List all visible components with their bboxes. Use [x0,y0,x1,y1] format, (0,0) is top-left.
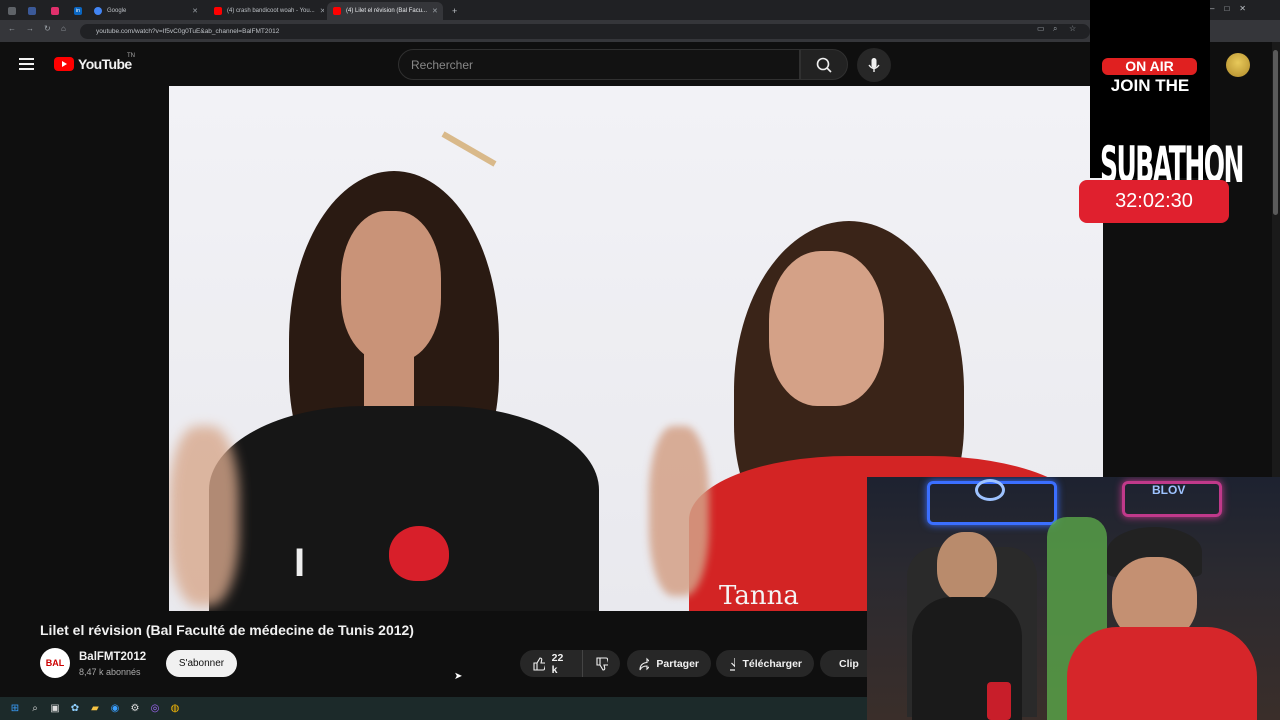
share-button[interactable]: Partager [627,650,711,677]
youtube-icon [333,7,341,15]
tab-label: (4) crash bandicoot woah - You... [227,8,315,14]
edge-icon[interactable]: ◉ [108,702,122,716]
windows-taskbar: ⊞ ⌕ ▣ ✿ ▰ ◉ ⚙ ◎ ◍ [0,697,867,720]
mouse-cursor-icon: ➤ [454,671,463,682]
like-count: 22 k [551,651,564,676]
country-code: TN [127,53,135,59]
share-icon [639,657,650,670]
site-favicon-icon [28,7,36,15]
channel-name[interactable]: BalFMT2012 [79,651,146,663]
video-title: Lilet el révision (Bal Faculté de médeci… [40,622,414,638]
search-icon [816,57,832,73]
video-figure-left-shirt [209,406,599,611]
voice-search-button[interactable] [857,48,891,82]
search-placeholder: Rechercher [411,57,474,72]
clip-button[interactable]: Clip [820,650,868,677]
windows-start-icon[interactable]: ⊞ [8,702,22,716]
logo-text: YouTube [78,56,132,72]
task-view-icon[interactable]: ▣ [48,702,62,716]
browser-tab-bar: in Google ✕ (4) crash bandicoot woah - Y… [0,0,1280,20]
search-input[interactable]: Rechercher [398,49,800,80]
share-label: Partager [656,657,699,670]
search-icon[interactable]: ⌕ [28,702,42,716]
subscribe-button[interactable]: S'abonner [166,650,237,677]
instagram-icon [51,7,59,15]
like-button[interactable]: 22 k [520,650,582,677]
youtube-logo[interactable]: YouTube TN [54,53,135,72]
video-figure-right-face [769,251,884,406]
webcam-overlay: BLOV [867,477,1280,720]
streamer-red-shirt [1067,627,1257,720]
subathon-text: SUBATHON [1100,96,1244,190]
search-button[interactable] [800,49,848,80]
on-air-badge: ON AIR [1102,58,1197,75]
tab-pinned-1[interactable] [22,2,38,20]
file-explorer-icon[interactable]: ▰ [88,702,102,716]
tab-crash-bandicoot[interactable]: (4) crash bandicoot woah - You... ✕ [208,2,324,20]
thumbs-up-icon [533,656,545,671]
thumbs-down-icon [596,656,608,671]
subathon-timer: 32:02:30 [1079,180,1229,223]
linkedin-icon: in [74,7,82,15]
shirt-letter: I [294,541,306,585]
settings-icon[interactable]: ⚙ [128,702,142,716]
new-tab-button[interactable]: + [446,2,460,20]
tab-pinned-linkedin[interactable]: in [68,2,86,20]
subathon-label: SUBATHON [1100,136,1244,194]
clip-label: Clip [839,657,859,670]
menu-icon[interactable] [19,58,34,70]
google-icon [94,7,102,15]
tab-lilet-revision[interactable]: (4) Lilet el révision (Bal Facu... ✕ [327,2,443,20]
bookmark-star-icon[interactable]: ☆ [1069,24,1076,33]
video-figure-left-face [341,211,441,361]
window-controls[interactable]: –□✕ [1210,4,1256,13]
tab-label: Google [107,8,127,14]
join-the-text: JOIN THE [1110,76,1190,95]
close-icon[interactable]: ✕ [320,7,324,15]
user-avatar[interactable] [1226,53,1250,77]
back-icon[interactable]: ← [8,24,16,33]
shirt-text-right: Tanna [719,581,799,611]
close-icon[interactable]: ✕ [432,7,438,15]
youtube-play-icon [54,57,74,71]
tab-search-menu[interactable] [2,2,18,20]
subscriber-count: 8,47 k abonnés [79,667,141,677]
video-hand-left [169,426,239,606]
streamer-guest-face [937,532,997,602]
tab-label: (4) Lilet el révision (Bal Facu... [346,8,428,14]
download-label: Télécharger [742,657,802,670]
heart-print [389,526,449,581]
download-button[interactable]: Télécharger [716,650,814,677]
copilot-icon[interactable]: ✿ [68,702,82,716]
headband-prop [441,131,497,167]
neon-sign: BLOV [1152,483,1186,497]
video-hand-right [649,426,709,596]
url-field[interactable]: youtube.com/watch?v=If5vC0g0TuE&ab_chann… [80,24,1090,39]
tab-google[interactable]: Google ✕ [88,2,204,20]
cast-icon[interactable]: ▭ [1037,24,1045,33]
forward-icon[interactable]: → [26,24,34,33]
download-icon [730,657,736,671]
youtube-icon [214,7,222,15]
chevron-down-icon [8,7,16,15]
close-icon[interactable]: ✕ [192,7,198,15]
dislike-button[interactable] [582,650,620,677]
reload-icon[interactable]: ↻ [44,24,51,33]
video-figure-left-neck [364,351,414,411]
microphone-icon [868,58,880,72]
tab-pinned-instagram[interactable] [45,2,61,20]
neon-logo-icon [975,479,1005,501]
url-text: youtube.com/watch?v=If5vC0g0TuE&ab_chann… [96,28,280,35]
scrollbar-thumb[interactable] [1273,50,1278,215]
chrome-icon[interactable]: ◍ [168,702,182,716]
home-icon[interactable]: ⌂ [61,24,66,33]
zoom-icon[interactable]: ⌕ [1053,24,1057,34]
channel-avatar[interactable]: BAL [40,648,70,678]
discord-icon[interactable]: ◎ [148,702,162,716]
microphone-prop [987,682,1011,720]
